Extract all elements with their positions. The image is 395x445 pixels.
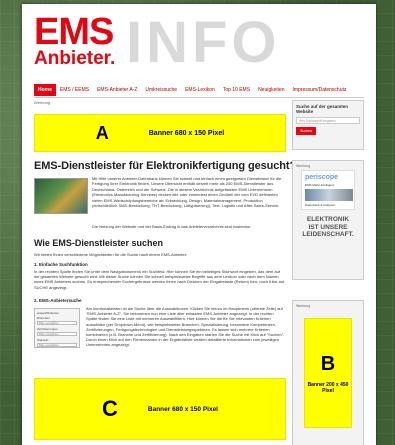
widget-label-branchen: Branchen (37, 316, 50, 320)
banner-b-text: Banner 200 x 450 Pixel (307, 381, 349, 394)
banner-c[interactable]: C Banner 680 x 150 Pixel (34, 378, 286, 440)
sidebar-ad-b: Werbung B Banner 200 x 450 Pixel (292, 300, 364, 445)
widget-label-zert: Zertifizierungen (37, 327, 58, 331)
nav-item-lexikon[interactable]: EMS-Lexikon (181, 84, 219, 96)
banner-a-letter: A (95, 122, 109, 143)
search-description: In der rechten Spalte finden Sie unter d… (34, 269, 285, 290)
nav-item-umkreissuche[interactable]: Umkreissuche (141, 84, 181, 96)
nav-item-top10[interactable]: Top 10 EMS (219, 84, 254, 96)
widget-select-standort: Bitte auswählen (37, 343, 77, 347)
search-title: Suche auf der gesamten Website (296, 104, 349, 115)
widget-select-branchen: Bitte auswählen (37, 321, 77, 325)
logo-anbieter: Anbieter. (34, 48, 116, 69)
periscope-subtitle: EMS Markt-Intelligenz (305, 183, 335, 187)
widget-label-standort: Standort (37, 338, 49, 342)
nav-item-home[interactable]: Home (34, 84, 56, 96)
periscope-logo: periscope (305, 174, 339, 181)
nav-item-neuigkeiten[interactable]: Neuigkeiten (254, 84, 288, 96)
main-content: Werbung A Banner 680 x 150 Pixel EMS-Die… (34, 100, 296, 440)
periscope-ad[interactable]: periscope EMS Markt-Intelligenz Datenban… (301, 170, 355, 210)
intro-footnote: Die Nutzung der Website und der Basis-Ei… (92, 224, 252, 229)
ad-label: Werbung (34, 100, 51, 105)
filter-widget-preview: Auswahlkriterien Branchen Bitte auswähle… (34, 308, 80, 348)
logo-ems: EMS (34, 11, 114, 53)
elektronik-slogan: ELEKTRONIK IST UNSERE LEIDENSCHAFT. (302, 216, 354, 238)
main-nav: Home EMS / EEMS EMS-Anbieter A-Z Umkreis… (34, 84, 364, 96)
section-intro: Wir bieten Ihnen verschiedene Möglichkei… (34, 252, 188, 257)
widget-title: Auswahlkriterien (37, 311, 60, 315)
section-title: Wie EMS-Dienstleister suchen (34, 238, 163, 248)
banner-c-letter: C (102, 396, 118, 421)
nav-item-ems[interactable]: EMS / EEMS (56, 84, 93, 96)
nav-item-impressum[interactable]: Impressum/Datenschutz (288, 84, 350, 96)
page-title: EMS-Dienstleister für Elektronikfertigun… (34, 160, 297, 172)
site-logo[interactable]: EMS Anbieter. INFO (34, 12, 364, 78)
pcb-image (34, 178, 88, 214)
banner-c-text: Banner 680 x 150 Pixel (147, 405, 218, 413)
periscope-caption: Datenbank & Analysen (305, 203, 336, 207)
banner-b[interactable]: B Banner 200 x 450 Pixel (304, 318, 352, 428)
search-button[interactable]: Suchen (296, 127, 316, 136)
nav-divider (34, 97, 364, 98)
logo-info: INFO (126, 10, 281, 75)
nav-item-anbieter-az[interactable]: EMS-Anbieter A-Z (93, 84, 141, 96)
search-input[interactable]: Hier Suchbegriff eingeben (296, 117, 360, 125)
subsection-title-anbietersuche: 2. EMS-Anbietersuche (34, 298, 82, 303)
banner-a[interactable]: A Banner 680 x 150 Pixel (34, 114, 286, 152)
sidebar-ad-b-label: Werbung (296, 304, 311, 308)
intro-text: Mit Hilfe unserer Anbieter-Datenbank kön… (92, 176, 282, 209)
anbietersuche-description: Am komfortabelsten ist die Suche über di… (86, 306, 285, 348)
banner-a-text: Banner 680 x 150 Pixel (148, 129, 225, 137)
sidebar-ad-label: Werbung (296, 164, 311, 168)
search-box: Suche auf der gesamten Website Hier Such… (292, 100, 364, 150)
widget-select-zert: Bitte auswählen (37, 332, 77, 336)
subsection-title-search: 1. Einfache Suchfunktion (34, 262, 88, 267)
sidebar-ad-periscope: Werbung periscope EMS Markt-Intelligenz … (292, 160, 364, 280)
periscope-image (305, 189, 353, 201)
banner-b-letter: B (320, 352, 336, 375)
page-container: EMS Anbieter. INFO Home EMS / EEMS EMS-A… (22, 4, 376, 445)
